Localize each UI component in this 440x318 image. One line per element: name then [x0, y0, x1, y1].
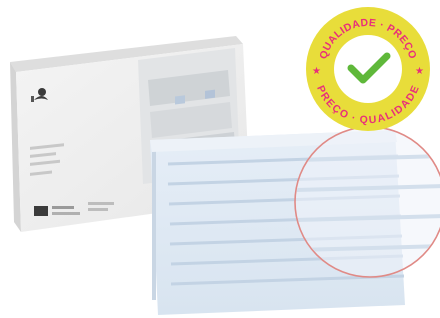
star-right-icon: ★ — [415, 66, 424, 77]
quality-price-badge: ★ ★ QUALIDADE · PREÇO PREÇO · QUALIDADE — [306, 7, 430, 131]
product-photo: ★ ★ QUALIDADE · PREÇO PREÇO · QUALIDADE — [0, 0, 440, 318]
zoom-circle — [294, 126, 440, 278]
badge-inner — [334, 35, 402, 103]
sheet-holes — [152, 150, 156, 300]
star-left-icon: ★ — [312, 66, 321, 77]
